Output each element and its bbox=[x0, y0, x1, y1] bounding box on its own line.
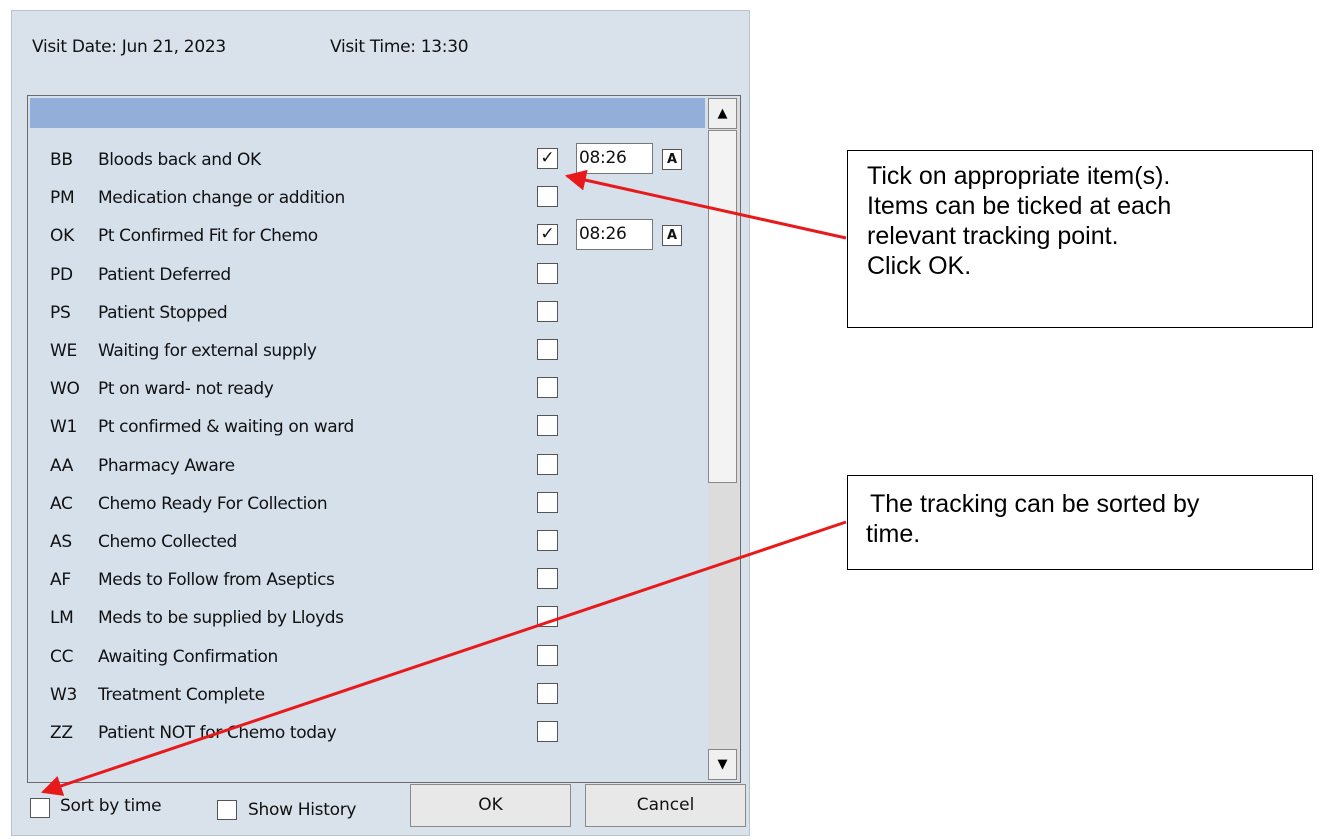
arrow-to-sort bbox=[41, 520, 847, 796]
arrow-to-checkbox bbox=[564, 169, 847, 240]
annotation-arrows bbox=[41, 169, 847, 796]
